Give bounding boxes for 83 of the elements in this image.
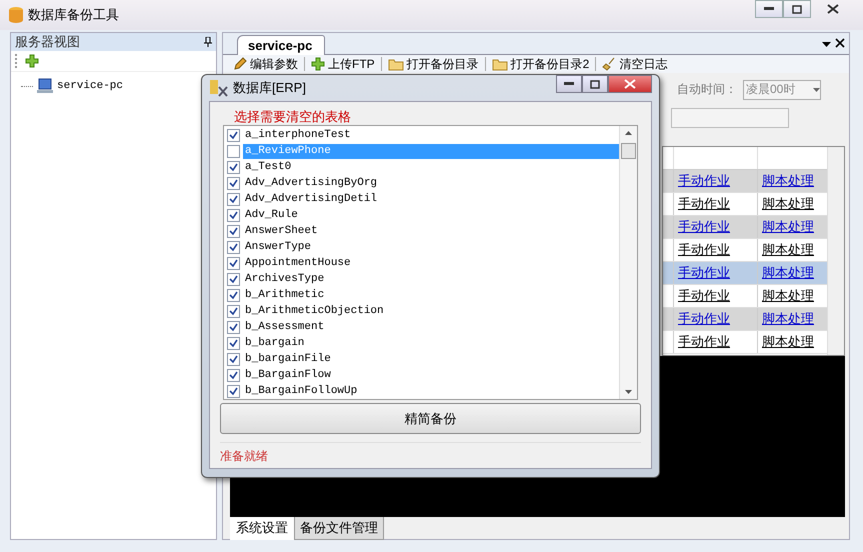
- checkbox[interactable]: [227, 288, 240, 302]
- scroll-down-icon[interactable]: [625, 390, 632, 394]
- checkbox[interactable]: [227, 160, 240, 174]
- list-item[interactable]: b_ArithmeticObjection: [243, 304, 619, 318]
- add-icon[interactable]: [25, 54, 39, 68]
- scrollbar[interactable]: [619, 126, 637, 399]
- list-item[interactable]: b_bargainFile: [243, 352, 619, 366]
- toolbar-button[interactable]: 清空日志: [602, 56, 668, 72]
- list-item[interactable]: a_Test0: [243, 160, 619, 174]
- list-item[interactable]: b_Arithmetic: [243, 288, 619, 302]
- minimize-icon: [564, 82, 574, 86]
- table-link[interactable]: 手动作业: [673, 331, 757, 353]
- checkbox[interactable]: [227, 128, 240, 142]
- pin-icon[interactable]: [204, 37, 212, 47]
- list-item[interactable]: b_BargainFollowUp: [243, 384, 619, 398]
- folder-icon: [492, 57, 508, 71]
- scroll-thumb[interactable]: [621, 143, 636, 159]
- checkbox[interactable]: [227, 368, 240, 382]
- checkbox[interactable]: [227, 320, 240, 334]
- list-item[interactable]: Adv_Rule: [243, 208, 619, 222]
- caret-icon: [813, 88, 820, 92]
- bottom-tab[interactable]: 备份文件管理: [294, 517, 384, 540]
- tree-item[interactable]: service-pc: [57, 80, 124, 92]
- list-item[interactable]: ArchivesType: [243, 272, 619, 286]
- checkbox[interactable]: [227, 208, 240, 222]
- scrollbar[interactable]: [827, 147, 844, 355]
- checkbox[interactable]: [227, 192, 240, 206]
- table-link[interactable]: 手动作业: [673, 239, 757, 261]
- bottom-tab[interactable]: 系统设置: [230, 517, 294, 540]
- dialog-title: 数据库[ERP]: [233, 79, 307, 97]
- status-text: 准备就绪: [220, 442, 641, 465]
- broom-icon: [602, 57, 616, 71]
- close-icon[interactable]: [835, 38, 845, 48]
- list-item[interactable]: AppointmentHouse: [243, 256, 619, 270]
- window-title: 数据库备份工具: [28, 6, 120, 24]
- checkbox[interactable]: [227, 144, 240, 158]
- computer-icon: [37, 78, 53, 94]
- list-item[interactable]: Adv_AdvertisingByOrg: [243, 176, 619, 190]
- list-item[interactable]: b_Assessment: [243, 320, 619, 334]
- toolbar-button[interactable]: 打开备份目录: [388, 56, 479, 72]
- checkbox[interactable]: [227, 384, 240, 398]
- list-item[interactable]: a_interphoneTest: [243, 128, 619, 142]
- backup-button[interactable]: 精简备份: [220, 403, 641, 434]
- checkbox[interactable]: [227, 304, 240, 318]
- checkbox[interactable]: [227, 336, 240, 350]
- checkbox[interactable]: [227, 240, 240, 254]
- checkbox[interactable]: [227, 176, 240, 190]
- field-label: 自动时间：: [677, 81, 737, 98]
- database-icon: [8, 6, 24, 24]
- maximize-icon: [590, 80, 600, 88]
- folder-icon: [388, 57, 404, 71]
- checkbox[interactable]: [227, 272, 240, 286]
- minimize-button[interactable]: [556, 75, 582, 93]
- toolbar-button[interactable]: 打开备份目录2: [492, 56, 590, 72]
- scroll-up-icon[interactable]: [625, 131, 632, 135]
- toolbar-button[interactable]: 上传FTP: [311, 56, 375, 72]
- close-icon: [624, 79, 636, 89]
- pencil-icon: [233, 57, 247, 71]
- maximize-icon: [792, 4, 802, 14]
- minimize-button[interactable]: [755, 0, 783, 18]
- maximize-button[interactable]: [582, 75, 608, 93]
- close-button[interactable]: [608, 75, 652, 93]
- dropdown-icon[interactable]: [822, 42, 831, 48]
- maximize-button[interactable]: [783, 0, 811, 18]
- list-item[interactable]: Adv_AdvertisingDetil: [243, 192, 619, 206]
- table-link[interactable]: 手动作业: [673, 193, 757, 215]
- close-icon: [827, 4, 839, 14]
- input-field[interactable]: [671, 108, 789, 128]
- panel-title: 服务器视图: [15, 33, 81, 51]
- checkbox[interactable]: [227, 256, 240, 270]
- database-tools-icon: [209, 79, 229, 97]
- group-label: 选择需要清空的表格: [234, 108, 352, 124]
- checkbox[interactable]: [227, 224, 240, 238]
- list-item[interactable]: b_bargain: [243, 336, 619, 350]
- toolbar-button[interactable]: 编辑参数: [233, 56, 298, 72]
- list-item[interactable]: AnswerSheet: [243, 224, 619, 238]
- checkbox[interactable]: [227, 352, 240, 366]
- list-item[interactable]: b_BargainFlow: [243, 368, 619, 382]
- minimize-icon: [764, 7, 774, 11]
- document-tab[interactable]: service-pc: [237, 35, 326, 55]
- plus-icon: [311, 57, 325, 71]
- list-item[interactable]: AnswerType: [243, 240, 619, 254]
- table-link[interactable]: 手动作业: [673, 285, 757, 307]
